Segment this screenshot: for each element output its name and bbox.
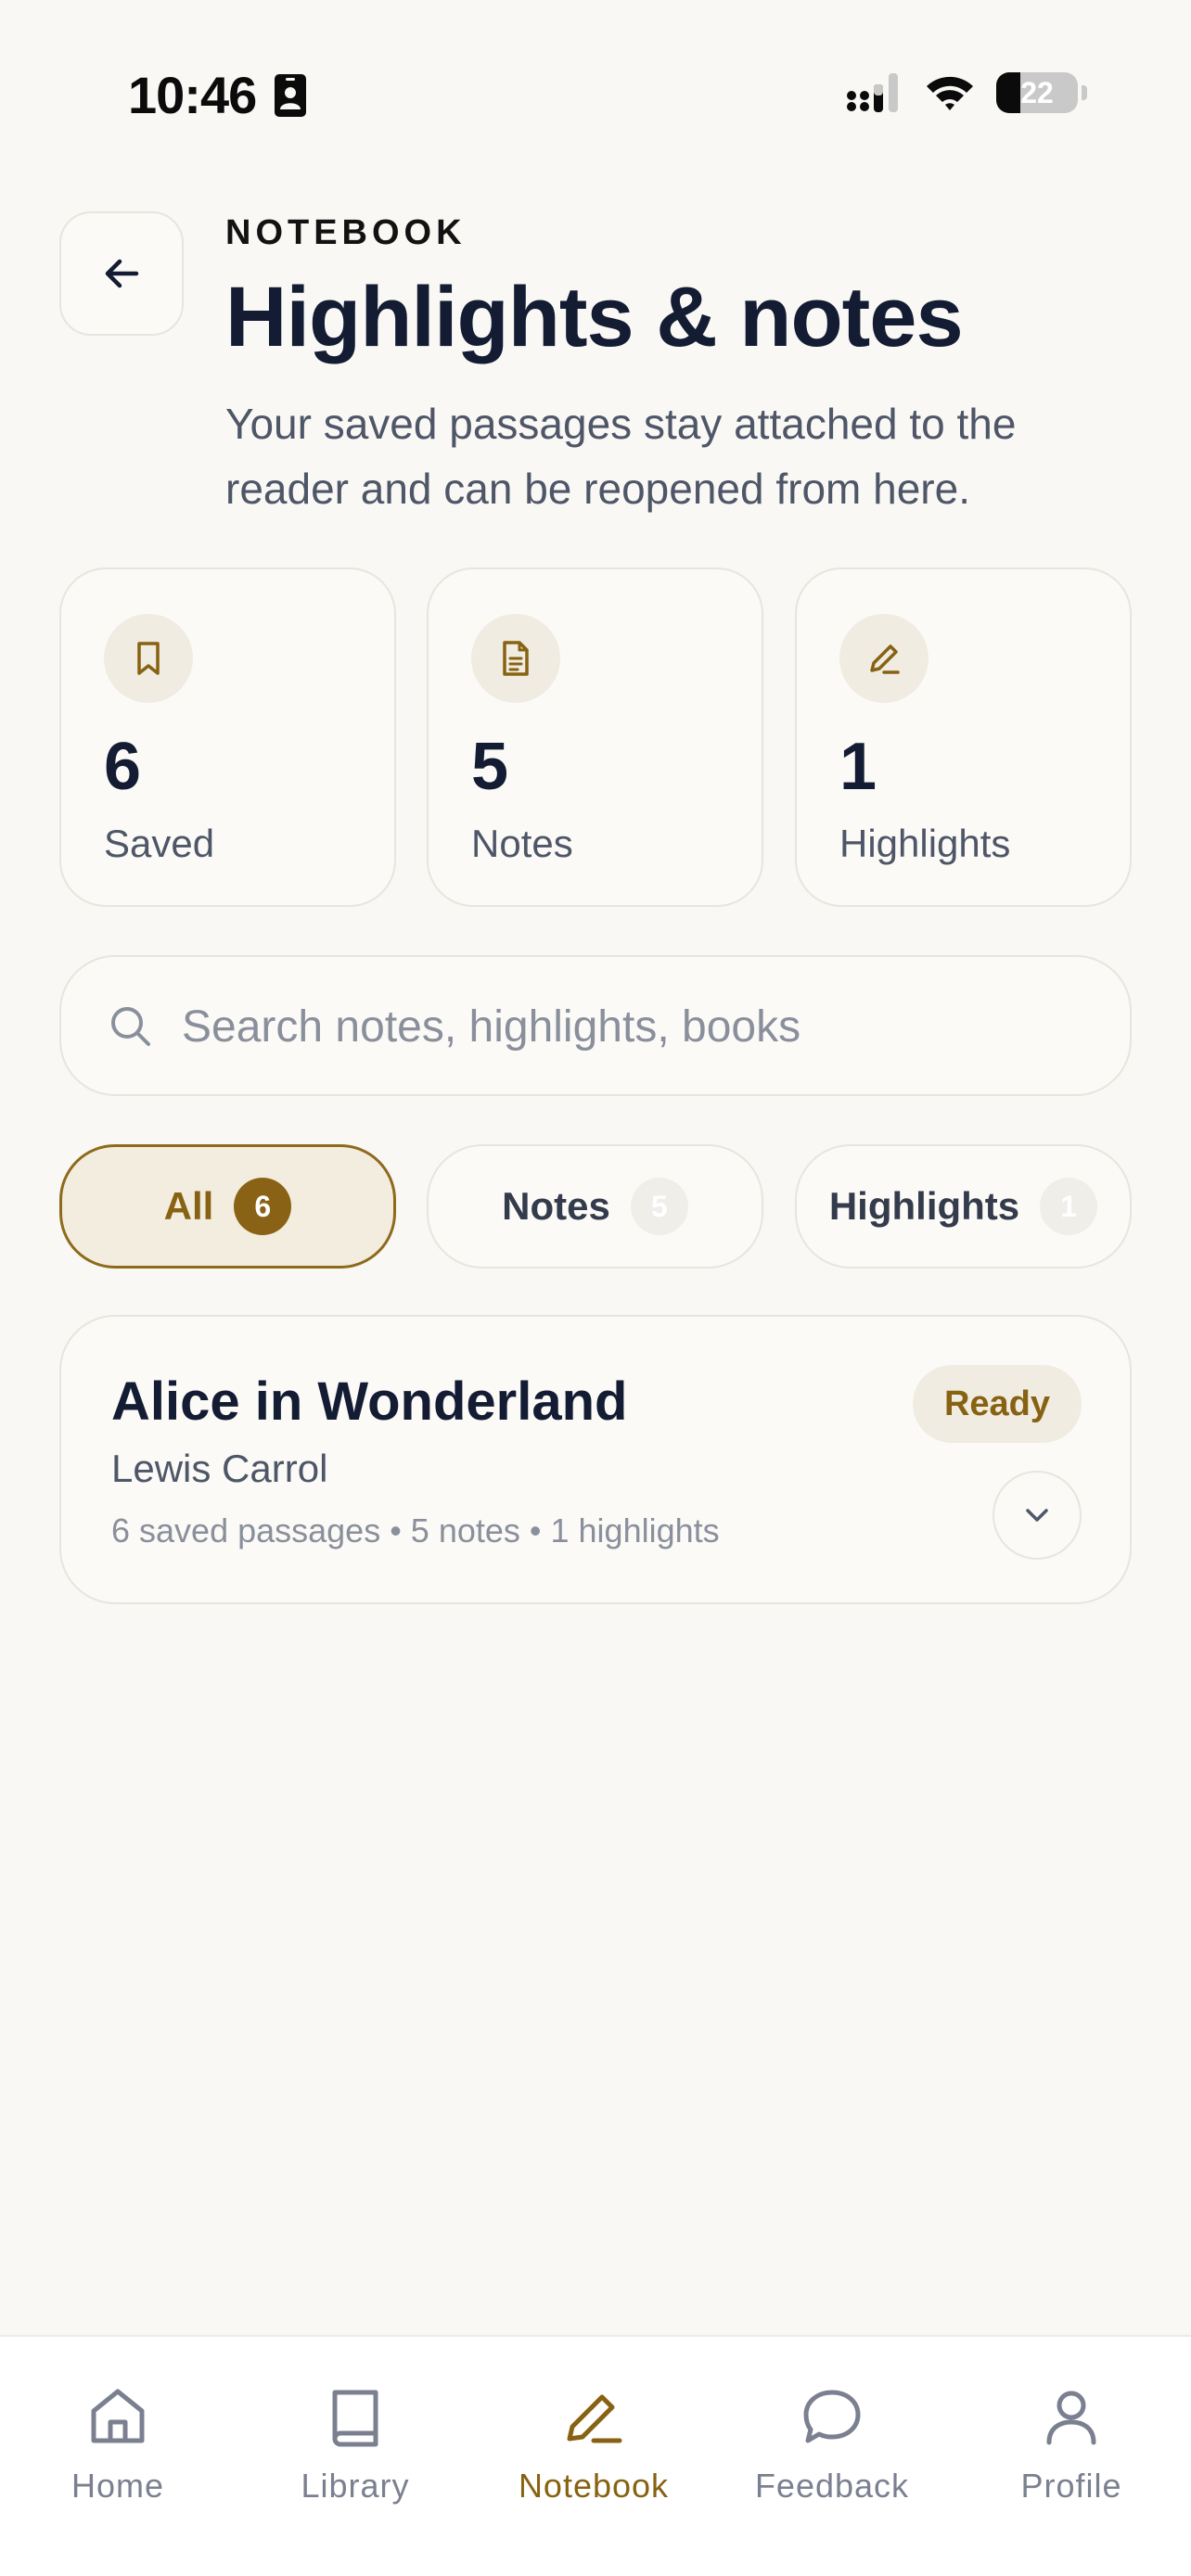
chip-label: Notes: [502, 1184, 610, 1228]
book-author: Lewis Carrol: [111, 1447, 328, 1490]
book-card[interactable]: Alice in Wonderland Lewis Carrol 6 saved…: [59, 1315, 1132, 1604]
stat-label: Saved: [104, 822, 215, 865]
stat-value: 5: [471, 730, 509, 804]
book-title: Alice in Wonderland: [111, 1371, 628, 1432]
nav-label: Feedback: [754, 2467, 910, 2505]
status-time: 10:46: [128, 66, 257, 124]
back-button[interactable]: [59, 211, 184, 336]
search-icon: [111, 1007, 150, 1046]
section-eyebrow: NOTEBOOK: [225, 213, 467, 252]
pencil-icon: [560, 2379, 627, 2454]
cellular-signal-icon: [847, 73, 898, 112]
book-meta: 6 saved passages • 5 notes • 1 highlight…: [111, 1511, 720, 1549]
chip-count-badge: 1: [1040, 1178, 1098, 1235]
arrow-left-icon: [105, 259, 139, 288]
chip-label: All: [163, 1184, 214, 1228]
status-bar: 10:46 22: [0, 0, 1191, 191]
contact-card-icon: [275, 74, 306, 121]
stat-card-saved: 6 Saved: [59, 567, 396, 907]
search-input[interactable]: [182, 976, 1091, 1078]
search-box[interactable]: [59, 955, 1132, 1096]
battery-indicator: 22: [996, 72, 1078, 113]
nav-item-notebook[interactable]: Notebook: [482, 2379, 705, 2528]
chip-count-badge: 5: [630, 1178, 688, 1235]
nav-label: Library: [301, 2467, 410, 2505]
chevron-down-icon: [1026, 1509, 1048, 1522]
stat-value: 6: [104, 730, 142, 804]
nav-label: Profile: [1020, 2467, 1122, 2505]
battery-level: 22: [1020, 75, 1054, 109]
nav-label: Notebook: [518, 2467, 670, 2505]
page-title: Highlights & notes: [225, 270, 964, 364]
filter-chip-all[interactable]: All 6: [59, 1144, 396, 1269]
person-icon: [1038, 2379, 1105, 2454]
status-badge: Ready: [912, 1365, 1082, 1443]
status-indicators: 22: [846, 72, 1087, 113]
nav-item-library[interactable]: Library: [244, 2379, 467, 2528]
document-icon: [471, 614, 560, 703]
filter-chip-highlights[interactable]: Highlights 1: [795, 1144, 1132, 1269]
book-icon: [322, 2379, 389, 2454]
nav-item-profile[interactable]: Profile: [960, 2379, 1183, 2528]
page-subtitle: Your saved passages stay attached to the…: [225, 400, 1017, 513]
home-icon: [84, 2379, 151, 2454]
stat-card-notes: 5 Notes: [427, 567, 763, 907]
filter-chip-notes[interactable]: Notes 5: [427, 1144, 763, 1269]
bottom-nav: Home Library Notebook Feedback Profile: [0, 2335, 1191, 2576]
chip-count-badge: 6: [234, 1178, 292, 1235]
nav-item-feedback[interactable]: Feedback: [721, 2379, 943, 2528]
stat-card-highlights: 1 Highlights: [795, 567, 1132, 907]
wifi-icon: [927, 76, 973, 110]
chat-bubble-icon: [799, 2379, 865, 2454]
chip-label: Highlights: [828, 1184, 1020, 1228]
stat-label: Highlights: [839, 822, 1011, 865]
stat-value: 1: [839, 730, 877, 804]
nav-item-home[interactable]: Home: [6, 2379, 229, 2528]
bookmark-icon: [104, 614, 193, 703]
pencil-icon: [839, 614, 928, 703]
expand-button[interactable]: [992, 1471, 1082, 1560]
nav-label: Home: [70, 2467, 165, 2505]
stat-label: Notes: [471, 822, 573, 865]
